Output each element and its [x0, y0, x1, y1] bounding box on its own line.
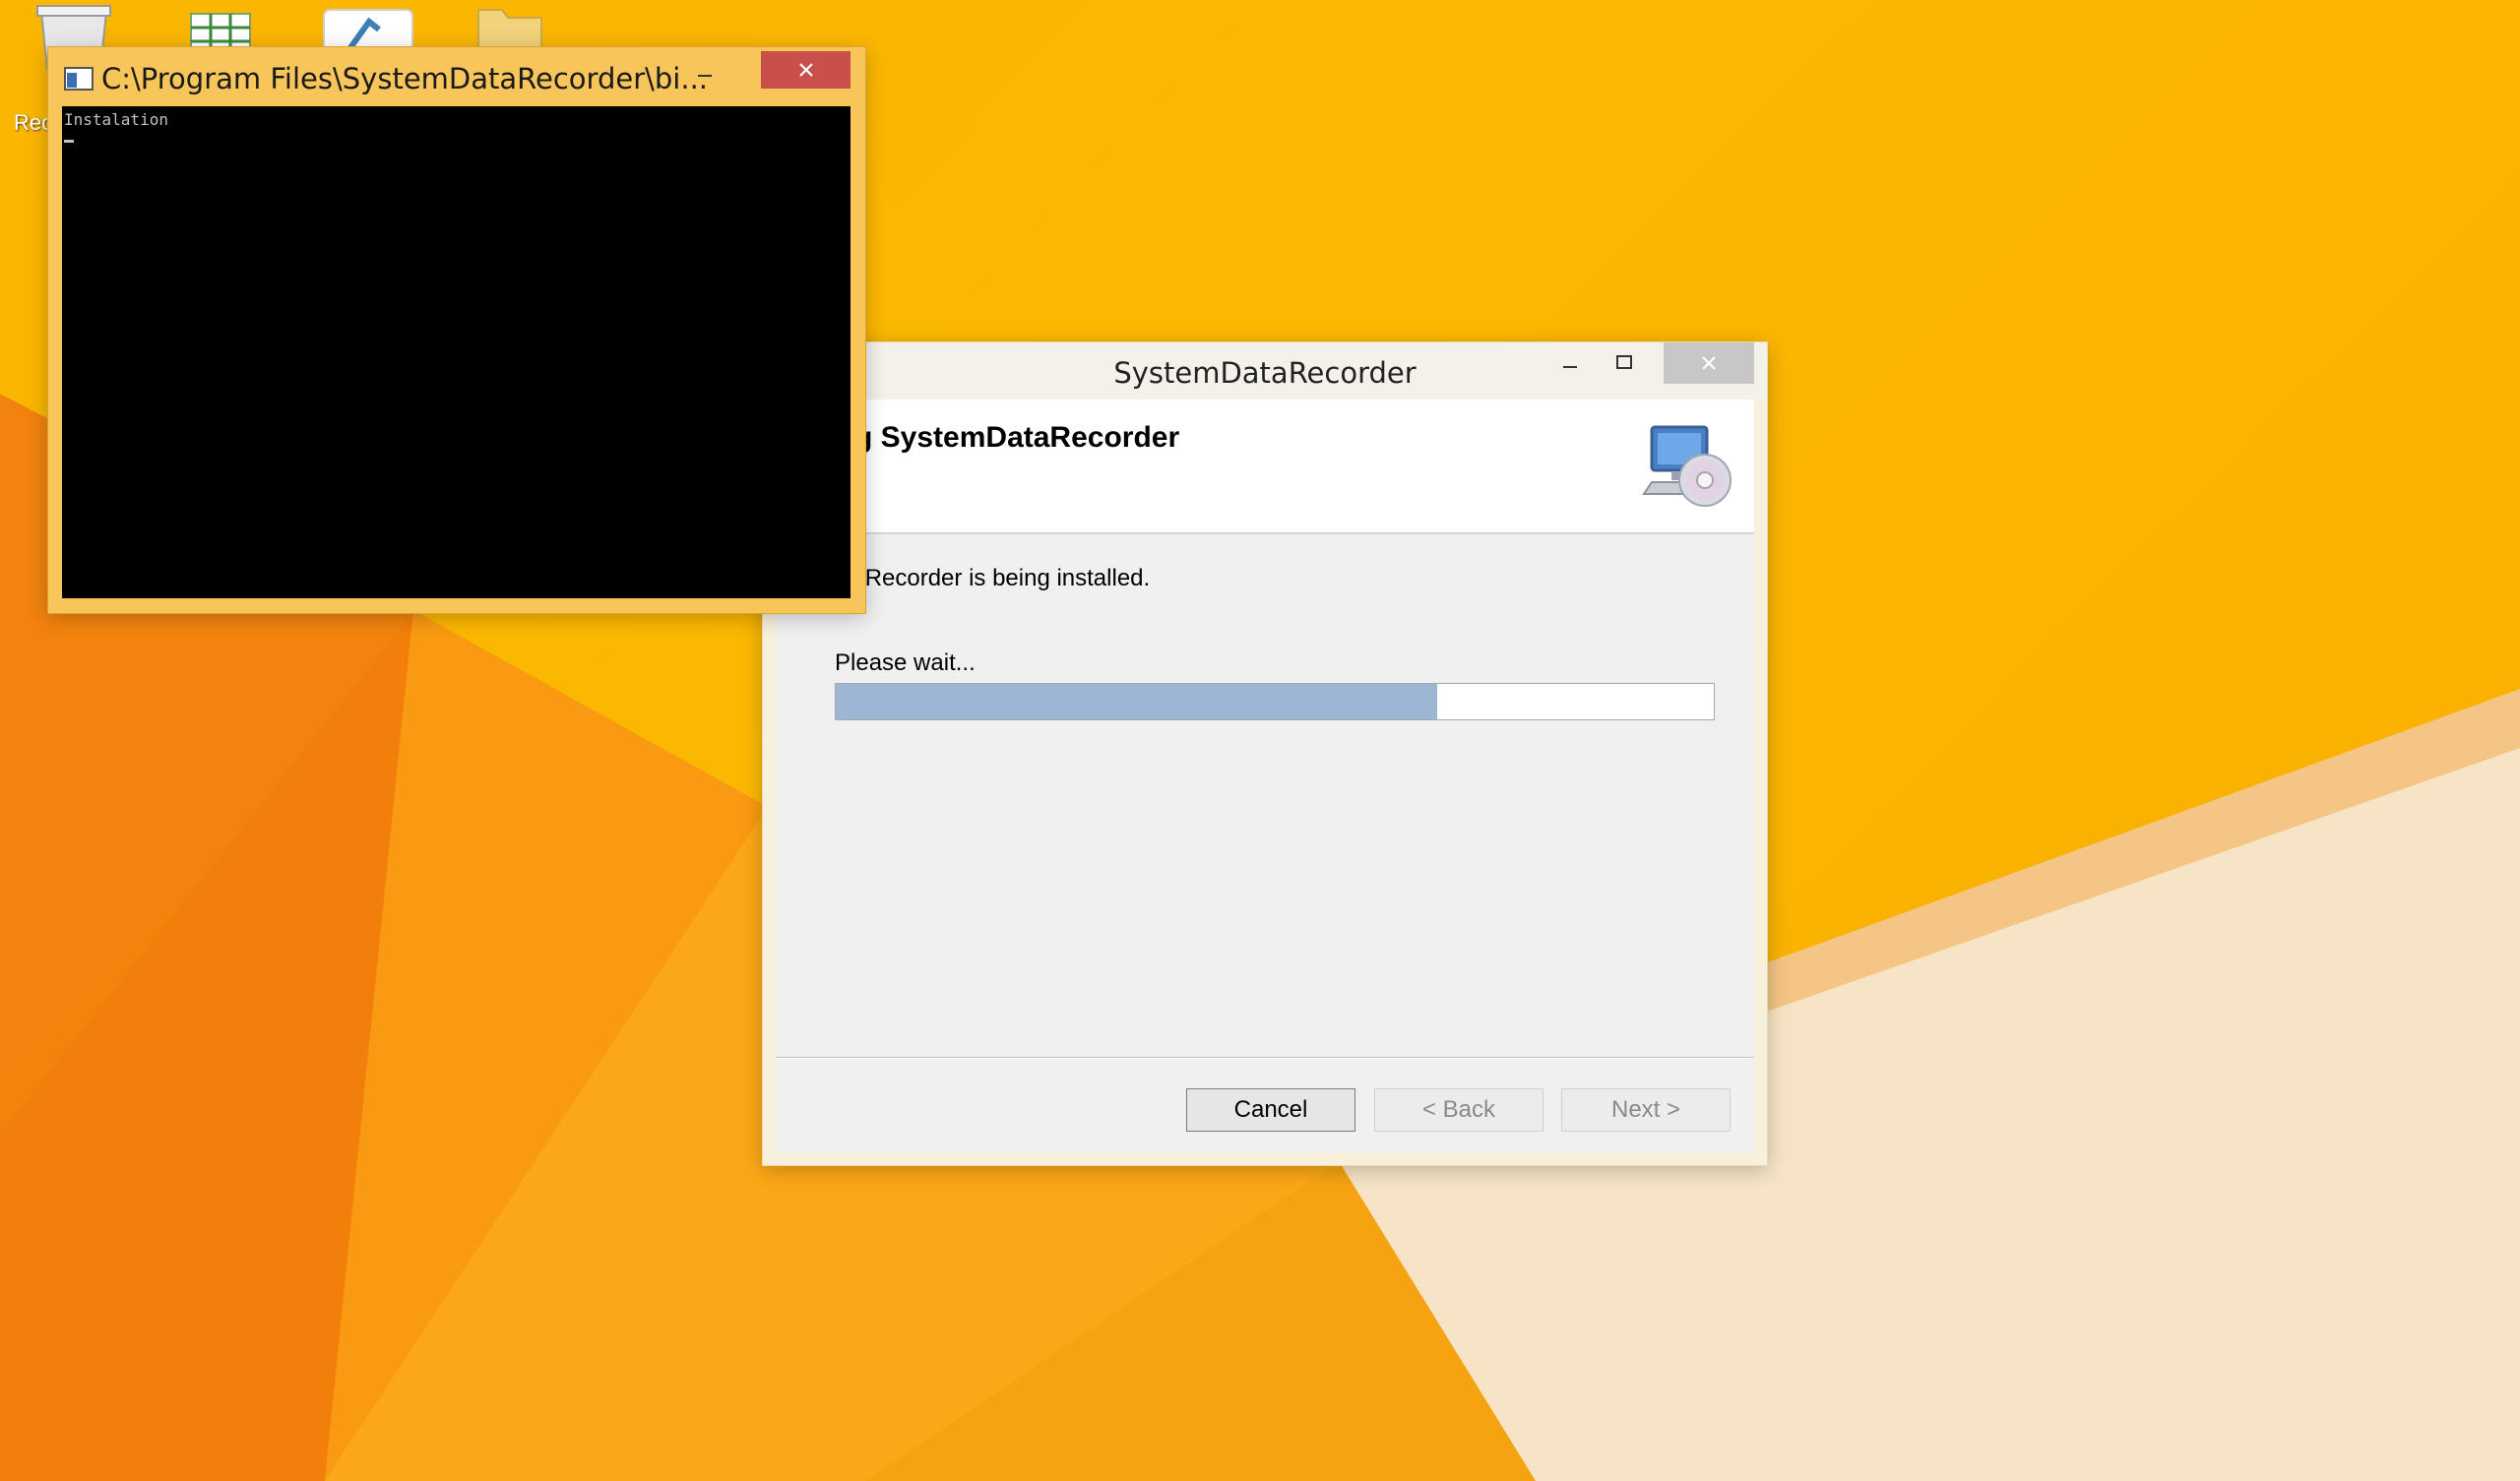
minimize-icon — [1563, 366, 1577, 368]
progress-fill — [836, 684, 1438, 719]
console-window: C:\Program Files\SystemDataRecorder\bi..… — [48, 47, 865, 613]
close-icon — [798, 63, 813, 77]
install-progress-bar — [835, 683, 1715, 720]
next-button[interactable]: Next > — [1561, 1088, 1731, 1132]
button-separator — [776, 1057, 1754, 1059]
recycle-bin-label: Rec — [14, 110, 53, 135]
desktop: Rec SystemDataRecorder alling SystemData… — [0, 0, 2520, 1481]
console-app-icon — [64, 67, 94, 91]
installer-window: SystemDataRecorder alling SystemDataReco… — [763, 342, 1767, 1165]
installer-client: alling SystemDataRecorder mDataRecorder … — [776, 400, 1754, 1152]
console-output-area[interactable]: Instalation — [62, 106, 850, 598]
installer-titlebar[interactable]: SystemDataRecorder — [763, 342, 1767, 400]
console-titlebar[interactable]: C:\Program Files\SystemDataRecorder\bi..… — [48, 47, 865, 106]
minimize-icon — [698, 75, 712, 77]
console-minimize-button[interactable] — [680, 51, 729, 93]
console-close-button[interactable] — [761, 51, 850, 89]
cancel-button[interactable]: Cancel — [1186, 1088, 1355, 1132]
please-wait-label: Please wait... — [835, 649, 976, 676]
maximize-button[interactable] — [1600, 342, 1649, 384]
console-output-text: Instalation — [64, 110, 168, 129]
console-cursor — [64, 140, 74, 143]
installer-banner: alling SystemDataRecorder — [776, 400, 1754, 534]
computer-cd-icon — [1642, 425, 1732, 507]
close-icon — [1702, 356, 1716, 370]
close-button[interactable] — [1664, 342, 1754, 384]
minimize-button[interactable] — [1545, 342, 1595, 384]
maximize-icon — [1616, 355, 1632, 369]
back-button[interactable]: < Back — [1374, 1088, 1544, 1132]
console-title: C:\Program Files\SystemDataRecorder\bi..… — [101, 62, 709, 95]
